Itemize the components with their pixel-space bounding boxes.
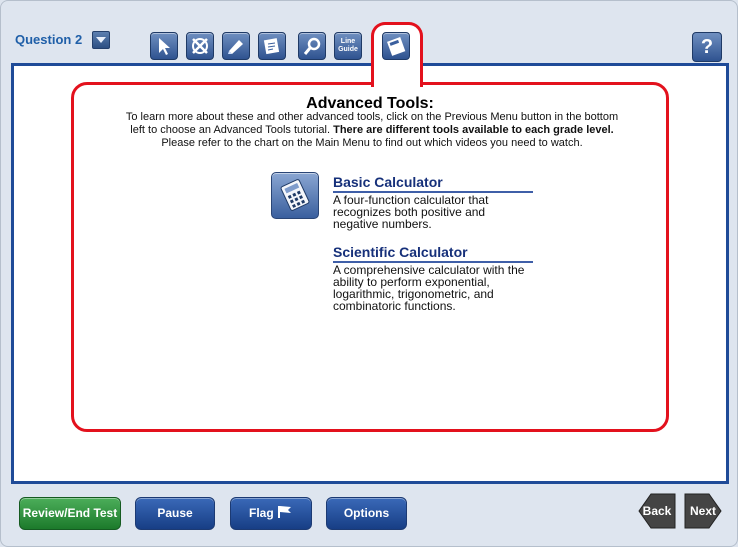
intro-bold-text: There are different tools available to e… xyxy=(333,124,614,136)
calculator-icon xyxy=(387,37,406,56)
notepad-icon xyxy=(263,38,280,55)
eliminator-icon xyxy=(192,38,208,54)
highlighter-tool-button[interactable] xyxy=(222,32,250,60)
highlighter-icon xyxy=(228,40,243,54)
basic-calculator-icon[interactable] xyxy=(271,172,319,219)
line-guide-icon: Line Guide xyxy=(338,38,358,53)
calculator-icon xyxy=(280,179,310,211)
pointer-tool-button[interactable] xyxy=(150,32,178,60)
magnifier-icon xyxy=(303,37,321,55)
options-button[interactable]: Options xyxy=(326,497,407,530)
highlight-connector xyxy=(374,78,420,88)
back-label: Back xyxy=(642,504,672,518)
eliminator-tool-button[interactable] xyxy=(186,32,214,60)
scientific-calculator-description: A comprehensive calculator with the abil… xyxy=(333,263,525,313)
flag-button[interactable]: Flag xyxy=(230,497,312,530)
flag-label: Flag xyxy=(248,506,274,520)
review-end-test-button[interactable]: Review/End Test xyxy=(19,497,121,530)
basic-calculator-description: A four-function calculator that recogniz… xyxy=(333,193,489,231)
help-button[interactable]: ? xyxy=(692,32,722,62)
calculator-tool-button[interactable] xyxy=(382,32,410,60)
intro-text-end: Please refer to the chart on the Main Me… xyxy=(161,137,583,149)
flag-icon xyxy=(278,506,291,518)
next-button[interactable]: Next xyxy=(684,492,722,530)
line-guide-tool-button[interactable]: Line Guide xyxy=(334,32,362,60)
pointer-icon xyxy=(159,38,170,55)
question-label: Question 2 xyxy=(15,32,83,47)
pause-button[interactable]: Pause xyxy=(135,497,215,530)
basic-calculator-title: Basic Calculator xyxy=(333,174,533,193)
scientific-calculator-title: Scientific Calculator xyxy=(333,244,533,263)
next-label: Next xyxy=(689,504,716,518)
back-button[interactable]: Back xyxy=(638,492,676,530)
magnifier-tool-button[interactable] xyxy=(298,32,326,60)
question-dropdown-button[interactable] xyxy=(92,31,110,49)
notepad-tool-button[interactable] xyxy=(258,32,286,60)
intro-text: To learn more about these and other adva… xyxy=(120,111,624,150)
